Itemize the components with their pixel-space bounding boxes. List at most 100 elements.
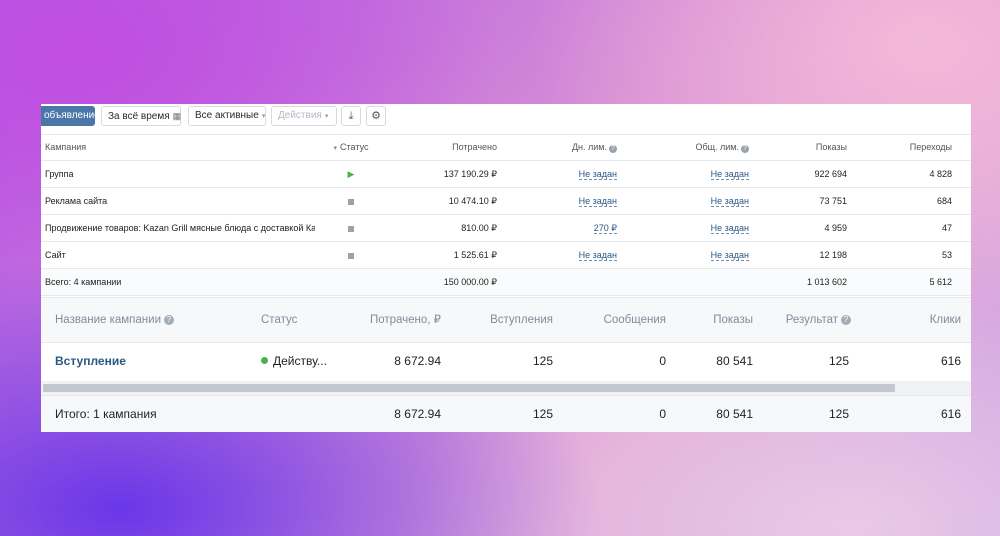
total-spent: 150 000.00 ₽ xyxy=(443,277,497,287)
views-value: 80 541 xyxy=(716,354,753,368)
campaign-name-link[interactable]: Группа xyxy=(45,161,315,187)
day-limit-link[interactable]: Не задан xyxy=(531,161,617,187)
calendar-icon: ▦ xyxy=(172,111,182,121)
column-header-views[interactable]: Показы xyxy=(761,135,847,160)
chevron-down-icon: ▾ xyxy=(261,113,266,120)
total-limit-value[interactable]: Не задан xyxy=(710,196,749,207)
table-row[interactable]: Вступление Действу... 8 672.94 125 0 80 … xyxy=(41,341,971,381)
actions-select[interactable]: Действия ▾ xyxy=(271,106,337,126)
table-header: Название кампании? Статус Потрачено, ₽ В… xyxy=(41,297,971,343)
views-value: 12 198 xyxy=(819,250,847,260)
column-header-status[interactable]: Статус xyxy=(261,298,351,342)
column-header-campaign-name[interactable]: Название кампании? xyxy=(55,298,235,342)
day-limit-value[interactable]: Не задан xyxy=(578,169,617,180)
total-limit-value[interactable]: Не задан xyxy=(710,223,749,234)
table-row[interactable]: Группа ▶ 137 190.29 ₽ Не задан Не задан … xyxy=(41,161,971,188)
download-button[interactable]: ⤓ xyxy=(341,106,361,126)
column-header-status[interactable]: ▾ Статус xyxy=(311,135,391,161)
table-row[interactable]: Продвижение товаров: Kazan Grill мясные … xyxy=(41,215,971,242)
status-toggle[interactable]: ▶ xyxy=(311,161,391,187)
column-header-spent[interactable]: Потрачено, ₽ xyxy=(361,298,441,342)
messages-value: 0 xyxy=(659,354,666,368)
views-value: 4 959 xyxy=(824,223,847,233)
column-header-total-limit[interactable]: Общ. лим.? xyxy=(661,135,749,160)
day-limit-value[interactable]: Не задан xyxy=(578,196,617,207)
period-select[interactable]: За всё время ▦ xyxy=(101,106,181,126)
day-limit-link[interactable]: 270 ₽ xyxy=(531,215,617,241)
total-limit-link[interactable]: Не задан xyxy=(661,188,749,214)
help-icon[interactable]: ? xyxy=(741,145,749,153)
joins-value: 125 xyxy=(532,354,553,368)
toolbar: объявление За всё время ▦ Все активные ▾ Д… xyxy=(41,104,971,128)
table-total-row: Итого: 1 кампания 8 672.94 125 0 80 541 … xyxy=(41,395,971,432)
status-filter-select[interactable]: Все активные ▾ xyxy=(188,106,266,126)
day-limit-link[interactable]: Не задан xyxy=(531,188,617,214)
column-header-status-label: Статус xyxy=(340,142,369,152)
column-header-messages[interactable]: Сообщения xyxy=(585,298,666,342)
download-icon: ⤓ xyxy=(348,110,354,122)
total-result: 125 xyxy=(828,407,849,421)
help-icon[interactable]: ? xyxy=(609,145,617,153)
table-row[interactable]: Сайт 1 525.61 ₽ Не задан Не задан 12 198… xyxy=(41,242,971,269)
clicks-value: 684 xyxy=(936,196,952,206)
actions-label: Действия xyxy=(278,110,322,121)
campaigns-table-new: Название кампании? Статус Потрачено, ₽ В… xyxy=(41,297,971,432)
campaign-name-link[interactable]: Сайт xyxy=(45,242,315,268)
column-header-campaign[interactable]: Кампания xyxy=(45,135,315,160)
column-header-clicks[interactable]: Клики xyxy=(881,298,961,342)
column-header-spent[interactable]: Потрачено xyxy=(411,135,497,160)
views-value: 73 751 xyxy=(819,196,847,206)
total-limit-link[interactable]: Не задан xyxy=(661,215,749,241)
views-value: 922 694 xyxy=(814,169,847,179)
column-header-result-label: Результат xyxy=(785,314,838,326)
column-header-day-limit[interactable]: Дн. лим.? xyxy=(531,135,617,160)
scrollbar-thumb[interactable] xyxy=(43,384,895,392)
campaign-name-link[interactable]: Продвижение товаров: Kazan Grill мясные … xyxy=(45,215,315,241)
clicks-value: 47 xyxy=(941,223,952,233)
total-clicks: 616 xyxy=(940,407,961,421)
table-header: Кампания ▾ Статус Потрачено Дн. лим.? Общ… xyxy=(41,134,971,161)
help-icon[interactable]: ? xyxy=(164,315,174,325)
total-views: 80 541 xyxy=(716,407,753,421)
total-label: Всего: 4 кампании xyxy=(45,277,122,287)
status-toggle[interactable] xyxy=(311,188,391,214)
status-cell: Действу... xyxy=(261,341,361,381)
column-header-result[interactable]: Результат? xyxy=(761,298,851,342)
table-row[interactable]: Реклама сайта 10 474.10 ₽ Не задан Не за… xyxy=(41,188,971,215)
campaign-name-link[interactable]: Вступление xyxy=(55,341,235,381)
total-limit-value[interactable]: Не задан xyxy=(710,169,749,180)
stop-icon xyxy=(348,225,354,232)
total-limit-value[interactable]: Не задан xyxy=(710,250,749,261)
column-header-clicks[interactable]: Переходы xyxy=(861,135,952,160)
clicks-value: 616 xyxy=(940,354,961,368)
settings-button[interactable]: ⚙ xyxy=(366,106,386,126)
campaigns-table-old: Кампания ▾ Статус Потрачено Дн. лим.? Общ… xyxy=(41,134,971,296)
day-limit-link[interactable]: Не задан xyxy=(531,242,617,268)
stop-icon xyxy=(348,252,354,259)
status-filter-label: Все активные xyxy=(195,110,259,121)
gear-icon: ⚙ xyxy=(371,110,381,122)
status-toggle[interactable] xyxy=(311,242,391,268)
status-toggle[interactable] xyxy=(311,215,391,241)
horizontal-scrollbar[interactable] xyxy=(41,381,971,395)
spent-value: 810.00 ₽ xyxy=(461,223,497,233)
help-icon[interactable]: ? xyxy=(841,315,851,325)
total-limit-link[interactable]: Не задан xyxy=(661,161,749,187)
column-header-campaign-name-label: Название кампании xyxy=(55,314,161,326)
campaign-name-link[interactable]: Реклама сайта xyxy=(45,188,315,214)
day-limit-value[interactable]: Не задан xyxy=(578,250,617,261)
status-active-dot-icon xyxy=(261,357,268,364)
campaign-name[interactable]: Вступление xyxy=(55,354,126,368)
day-limit-value[interactable]: 270 ₽ xyxy=(593,223,617,234)
column-header-joins[interactable]: Вступления xyxy=(473,298,553,342)
spent-value: 10 474.10 ₽ xyxy=(448,196,497,206)
clicks-value: 53 xyxy=(941,250,952,260)
chevron-down-icon: ▾ xyxy=(324,113,329,120)
total-joins: 125 xyxy=(532,407,553,421)
total-label: Итого: 1 кампания xyxy=(55,407,157,421)
column-header-views[interactable]: Показы xyxy=(673,298,753,342)
total-limit-link[interactable]: Не задан xyxy=(661,242,749,268)
spent-value: 8 672.94 xyxy=(394,354,441,368)
ads-cabinet-panel: объявление За всё время ▦ Все активные ▾ Д… xyxy=(41,104,971,432)
create-ad-button[interactable]: объявление xyxy=(41,106,100,126)
